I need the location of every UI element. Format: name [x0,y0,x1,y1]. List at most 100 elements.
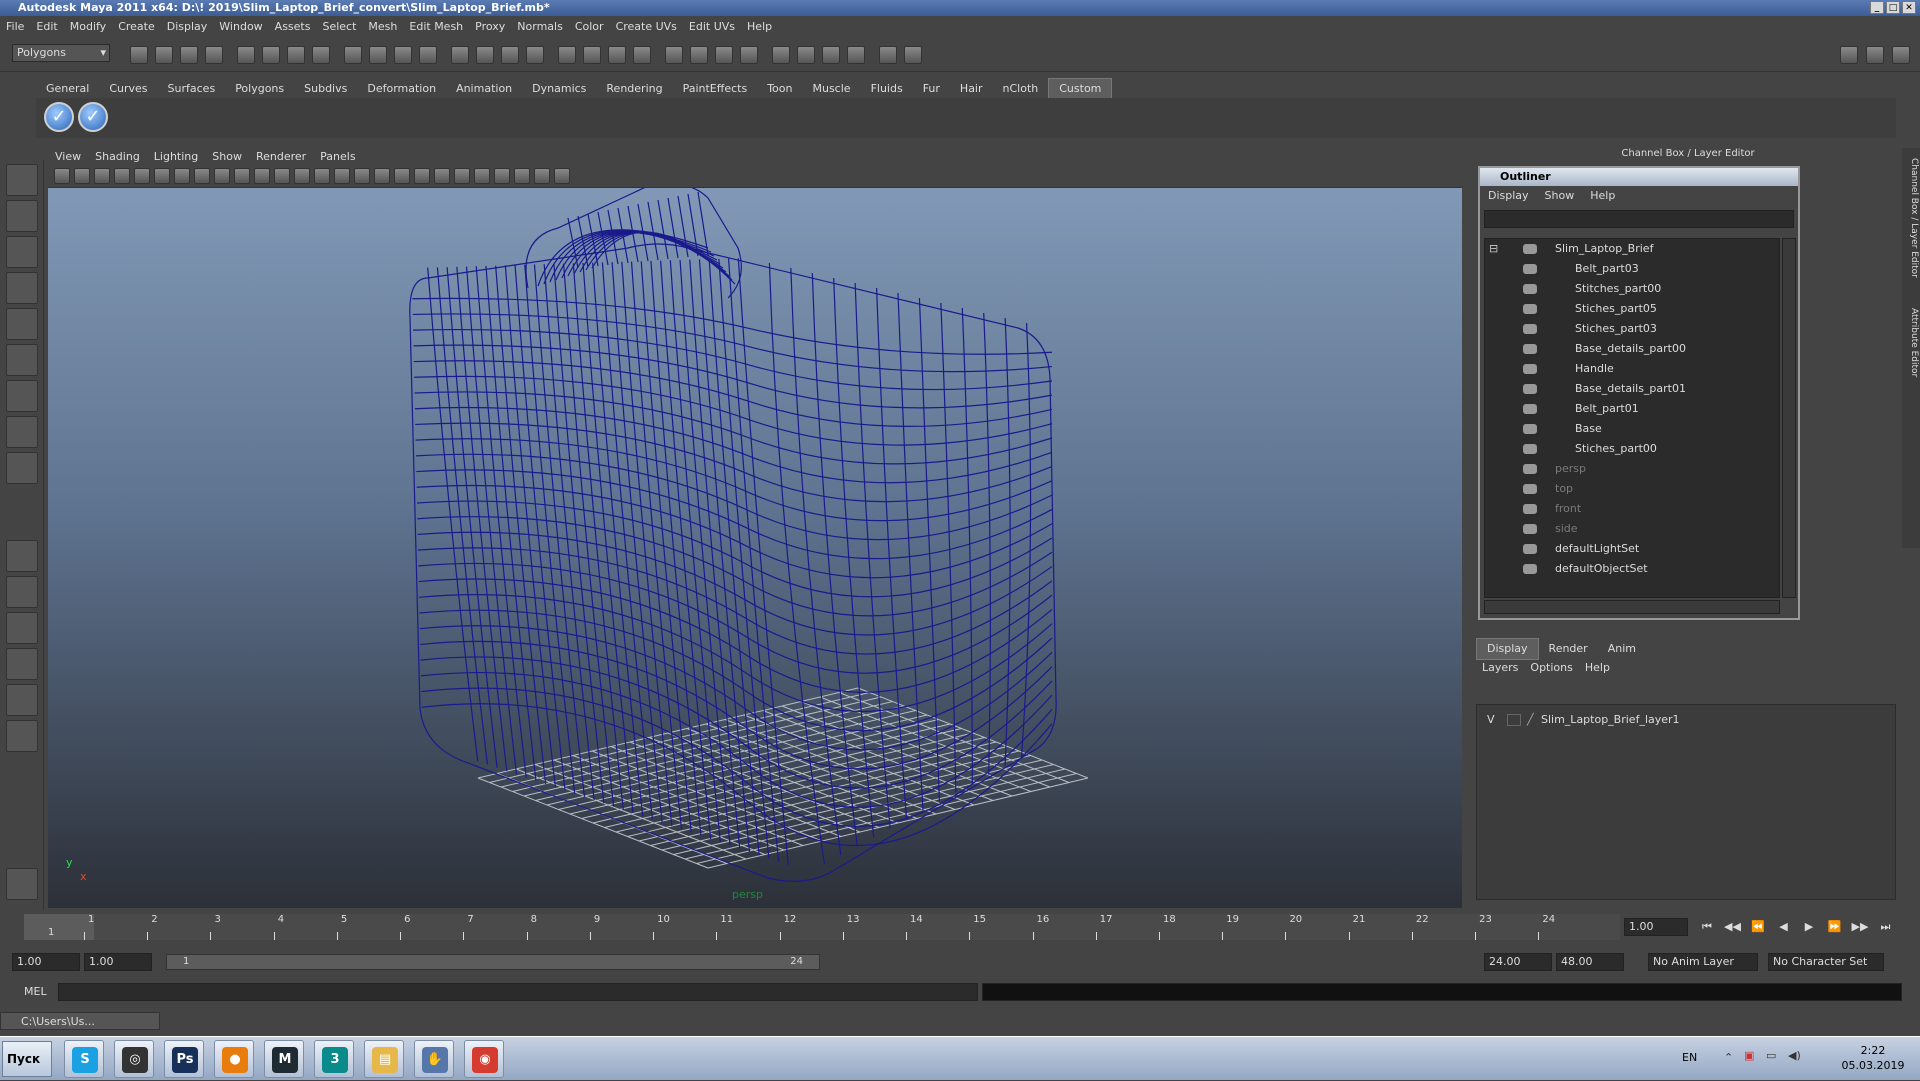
menu-normals[interactable]: Normals [511,17,569,37]
statusline-tool-icon[interactable] [879,46,897,64]
viewport-tool-icon[interactable] [114,168,130,184]
statusline-tool-icon[interactable] [312,46,330,64]
menu-proxy[interactable]: Proxy [469,17,511,37]
shelf-tab-custom[interactable]: Custom [1048,78,1113,100]
shelf-tab-toon[interactable]: Toon [757,79,802,99]
maximize-icon[interactable]: □ [1886,1,1900,14]
shelf-tab-subdivs[interactable]: Subdivs [294,79,357,99]
viewport-tool-icon[interactable] [354,168,370,184]
outliner-menu-help[interactable]: Help [1582,186,1623,206]
outliner-item-camera-persp[interactable]: persp [1485,459,1781,479]
statusline-tool-icon[interactable] [344,46,362,64]
start-button[interactable]: Пуск [2,1041,52,1077]
collapse-icon[interactable]: ⊟ [1489,239,1498,259]
viewport-menu-show[interactable]: Show [205,148,249,166]
statusline-tool-icon[interactable] [180,46,198,64]
shelf-tab-curves[interactable]: Curves [99,79,157,99]
play-forwards-icon[interactable]: ▶ [1798,918,1820,936]
statusline-tool-icon[interactable] [772,46,790,64]
statusline-tool-icon[interactable] [822,46,840,64]
menu-modify[interactable]: Modify [64,17,112,37]
statusline-tool-icon[interactable] [797,46,815,64]
viewport-tool-icon[interactable] [454,168,470,184]
menu-edit[interactable]: Edit [30,17,63,37]
tray-arrow-icon[interactable]: ⌃ [1724,1051,1733,1064]
shelf-tab-fluids[interactable]: Fluids [861,79,913,99]
viewport-menu-shading[interactable]: Shading [88,148,147,166]
statusline-tool-icon[interactable] [155,46,173,64]
statusline-tool-icon[interactable] [847,46,865,64]
statusline-tool-icon[interactable] [608,46,626,64]
shelf-tab-dynamics[interactable]: Dynamics [522,79,596,99]
viewport-tool-icon[interactable] [214,168,230,184]
outliner-item-belt-part03[interactable]: Belt_part03 [1485,259,1781,279]
step-forward-frame-icon[interactable]: ⏩ [1824,918,1846,936]
layer-visibility-toggle[interactable]: V [1487,711,1495,729]
viewport-tool-icon[interactable] [314,168,330,184]
minimize-icon[interactable]: _ [1870,1,1884,14]
outliner-item-stiches-part00[interactable]: Stiches_part00 [1485,439,1781,459]
outliner-menu-show[interactable]: Show [1537,186,1583,206]
shelf-tab-rendering[interactable]: Rendering [596,79,672,99]
viewport-tool-icon[interactable] [274,168,290,184]
statusline-tool-icon[interactable] [740,46,758,64]
range-end-field[interactable]: 48.00 [1556,953,1624,971]
go-to-end-icon[interactable]: ⏭ [1875,918,1897,936]
layer-menu-layers[interactable]: Layers [1476,658,1524,678]
statusline-tool-icon[interactable] [394,46,412,64]
shelf-tab-surfaces[interactable]: Surfaces [158,79,226,99]
viewport-menu-renderer[interactable]: Renderer [249,148,313,166]
character-set-select[interactable]: No Character Set [1768,953,1884,971]
menu-mesh[interactable]: Mesh [362,17,403,37]
menu-create[interactable]: Create [112,17,161,37]
statusline-tool-icon[interactable] [665,46,683,64]
layout-single-icon[interactable] [6,540,38,572]
language-indicator[interactable]: EN [1682,1051,1697,1064]
outliner-item-base-details-part01[interactable]: Base_details_part01 [1485,379,1781,399]
statusline-tool-icon[interactable] [419,46,437,64]
shelf-tab-muscle[interactable]: Muscle [802,79,860,99]
viewport-tool-icon[interactable] [54,168,70,184]
viewport-tool-icon[interactable] [474,168,490,184]
layout-custom-icon[interactable] [6,720,38,752]
outliner-menu-display[interactable]: Display [1480,186,1537,206]
outliner-item-base[interactable]: Base [1485,419,1781,439]
statusline-tool-icon[interactable] [904,46,922,64]
layer-tab-display[interactable]: Display [1476,638,1539,660]
taskbar-app-chrome[interactable]: ◉ [464,1040,504,1078]
menu-edit-uvs[interactable]: Edit UVs [683,17,741,37]
viewport-menu-lighting[interactable]: Lighting [147,148,205,166]
shelf-tab-ncloth[interactable]: nCloth [993,79,1049,99]
viewport-tool-icon[interactable] [174,168,190,184]
viewport-tool-icon[interactable] [554,168,570,184]
menu-select[interactable]: Select [316,17,362,37]
viewport-tool-icon[interactable] [134,168,150,184]
layer-menu-help[interactable]: Help [1579,658,1616,678]
layer-color-icon[interactable]: ╱ [1527,711,1534,729]
outliner-item-camera-side[interactable]: side [1485,519,1781,539]
menu-edit-mesh[interactable]: Edit Mesh [403,17,469,37]
menu-file[interactable]: File [0,17,30,37]
viewport-tool-icon[interactable] [154,168,170,184]
playback-end-field[interactable]: 24.00 [1484,953,1552,971]
statusline-tool-icon[interactable] [262,46,280,64]
select-tool-icon[interactable] [6,164,38,196]
outliner-item-belt-part01[interactable]: Belt_part01 [1485,399,1781,419]
viewport-tool-icon[interactable] [94,168,110,184]
statusline-tool-icon[interactable] [451,46,469,64]
layout-graph-icon[interactable] [6,648,38,680]
statusline-tool-icon[interactable] [205,46,223,64]
outliner-vertical-scrollbar[interactable] [1782,238,1796,598]
outliner-item-base-details-part00[interactable]: Base_details_part00 [1485,339,1781,359]
taskbar-app-skype[interactable]: S [64,1040,104,1078]
layer-tab-anim[interactable]: Anim [1598,639,1646,659]
statusline-tool-icon[interactable] [583,46,601,64]
layout-hypershade-icon[interactable] [6,684,38,716]
outliner-item-defaultobjectset[interactable]: defaultObjectSet [1485,559,1781,579]
statusline-tool-icon[interactable] [690,46,708,64]
outliner-item-stiches-part03[interactable]: Stiches_part03 [1485,319,1781,339]
scale-tool-icon[interactable] [6,344,38,376]
statusline-tool-icon[interactable] [476,46,494,64]
viewport-menu-panels[interactable]: Panels [313,148,362,166]
panel-toggle-icon[interactable] [1840,46,1858,64]
